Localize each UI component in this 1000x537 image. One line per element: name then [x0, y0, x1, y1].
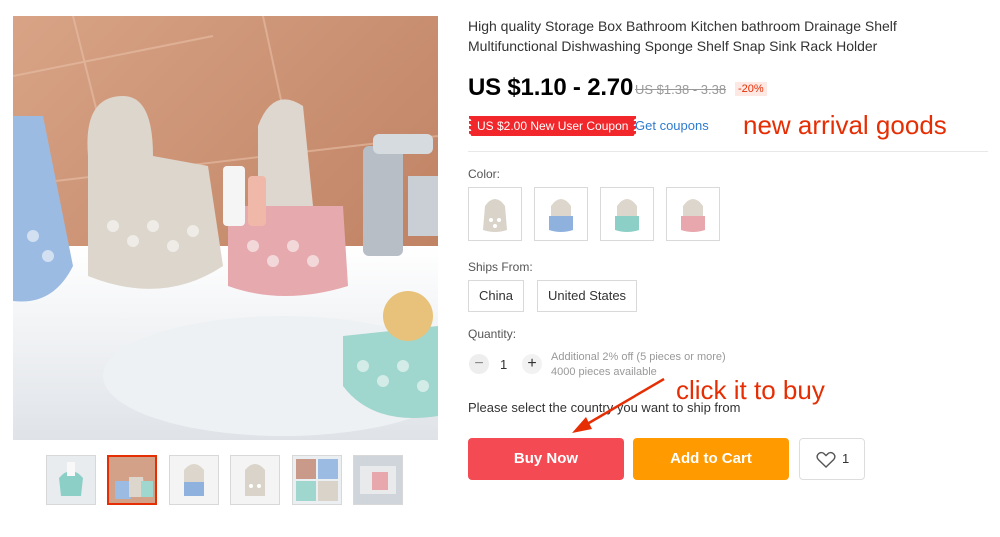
- product-title: High quality Storage Box Bathroom Kitche…: [468, 18, 897, 54]
- color-option-beige[interactable]: [468, 187, 522, 241]
- main-product-image: [13, 16, 438, 440]
- color-option-green[interactable]: [600, 187, 654, 241]
- thumbnail-6[interactable]: [353, 455, 403, 505]
- discount-badge: -20%: [735, 82, 767, 96]
- quantity-value[interactable]: 1: [500, 357, 507, 372]
- product-price: US $1.10 - 2.70: [468, 74, 634, 101]
- quantity-increase-button[interactable]: +: [522, 354, 542, 374]
- quantity-label: Quantity:: [468, 327, 517, 341]
- color-option-pink[interactable]: [666, 187, 720, 241]
- color-option-blue[interactable]: [534, 187, 588, 241]
- section-divider: [468, 151, 988, 152]
- get-coupons-link[interactable]: Get coupons: [635, 118, 709, 133]
- quantity-decrease-button[interactable]: −: [469, 354, 489, 374]
- promo-annotation: new arrival goods: [743, 110, 947, 140]
- coupon-label: US $2.00 New User Coupon: [477, 119, 629, 133]
- wishlist-button[interactable]: 1: [799, 438, 865, 480]
- ship-option-china[interactable]: China: [468, 280, 524, 312]
- add-to-cart-button[interactable]: Add to Cart: [633, 438, 789, 480]
- product-photo: [13, 16, 438, 440]
- thumbnail-3[interactable]: [169, 455, 219, 505]
- thumbnail-1[interactable]: [46, 455, 96, 505]
- thumbnail-2[interactable]: [107, 455, 157, 505]
- heart-icon: [816, 451, 836, 468]
- red-arrow-icon: [572, 377, 665, 433]
- buy-now-button[interactable]: Buy Now: [468, 438, 624, 480]
- new-user-coupon-badge: US $2.00 New User Coupon: [469, 116, 637, 136]
- wishlist-count: 1: [842, 451, 850, 466]
- ship-option-united-states[interactable]: United States: [537, 280, 638, 312]
- thumbnail-4[interactable]: [230, 455, 280, 505]
- color-label: Color:: [468, 167, 501, 181]
- thumbnail-5[interactable]: [292, 455, 342, 505]
- ships-from-label: Ships From:: [468, 260, 533, 274]
- original-price: US $1.38 - 3.38: [635, 82, 727, 97]
- click-to-buy-annotation: click it to buy: [676, 375, 825, 405]
- bulk-discount-note: Additional 2% off (5 pieces or more): [551, 351, 726, 363]
